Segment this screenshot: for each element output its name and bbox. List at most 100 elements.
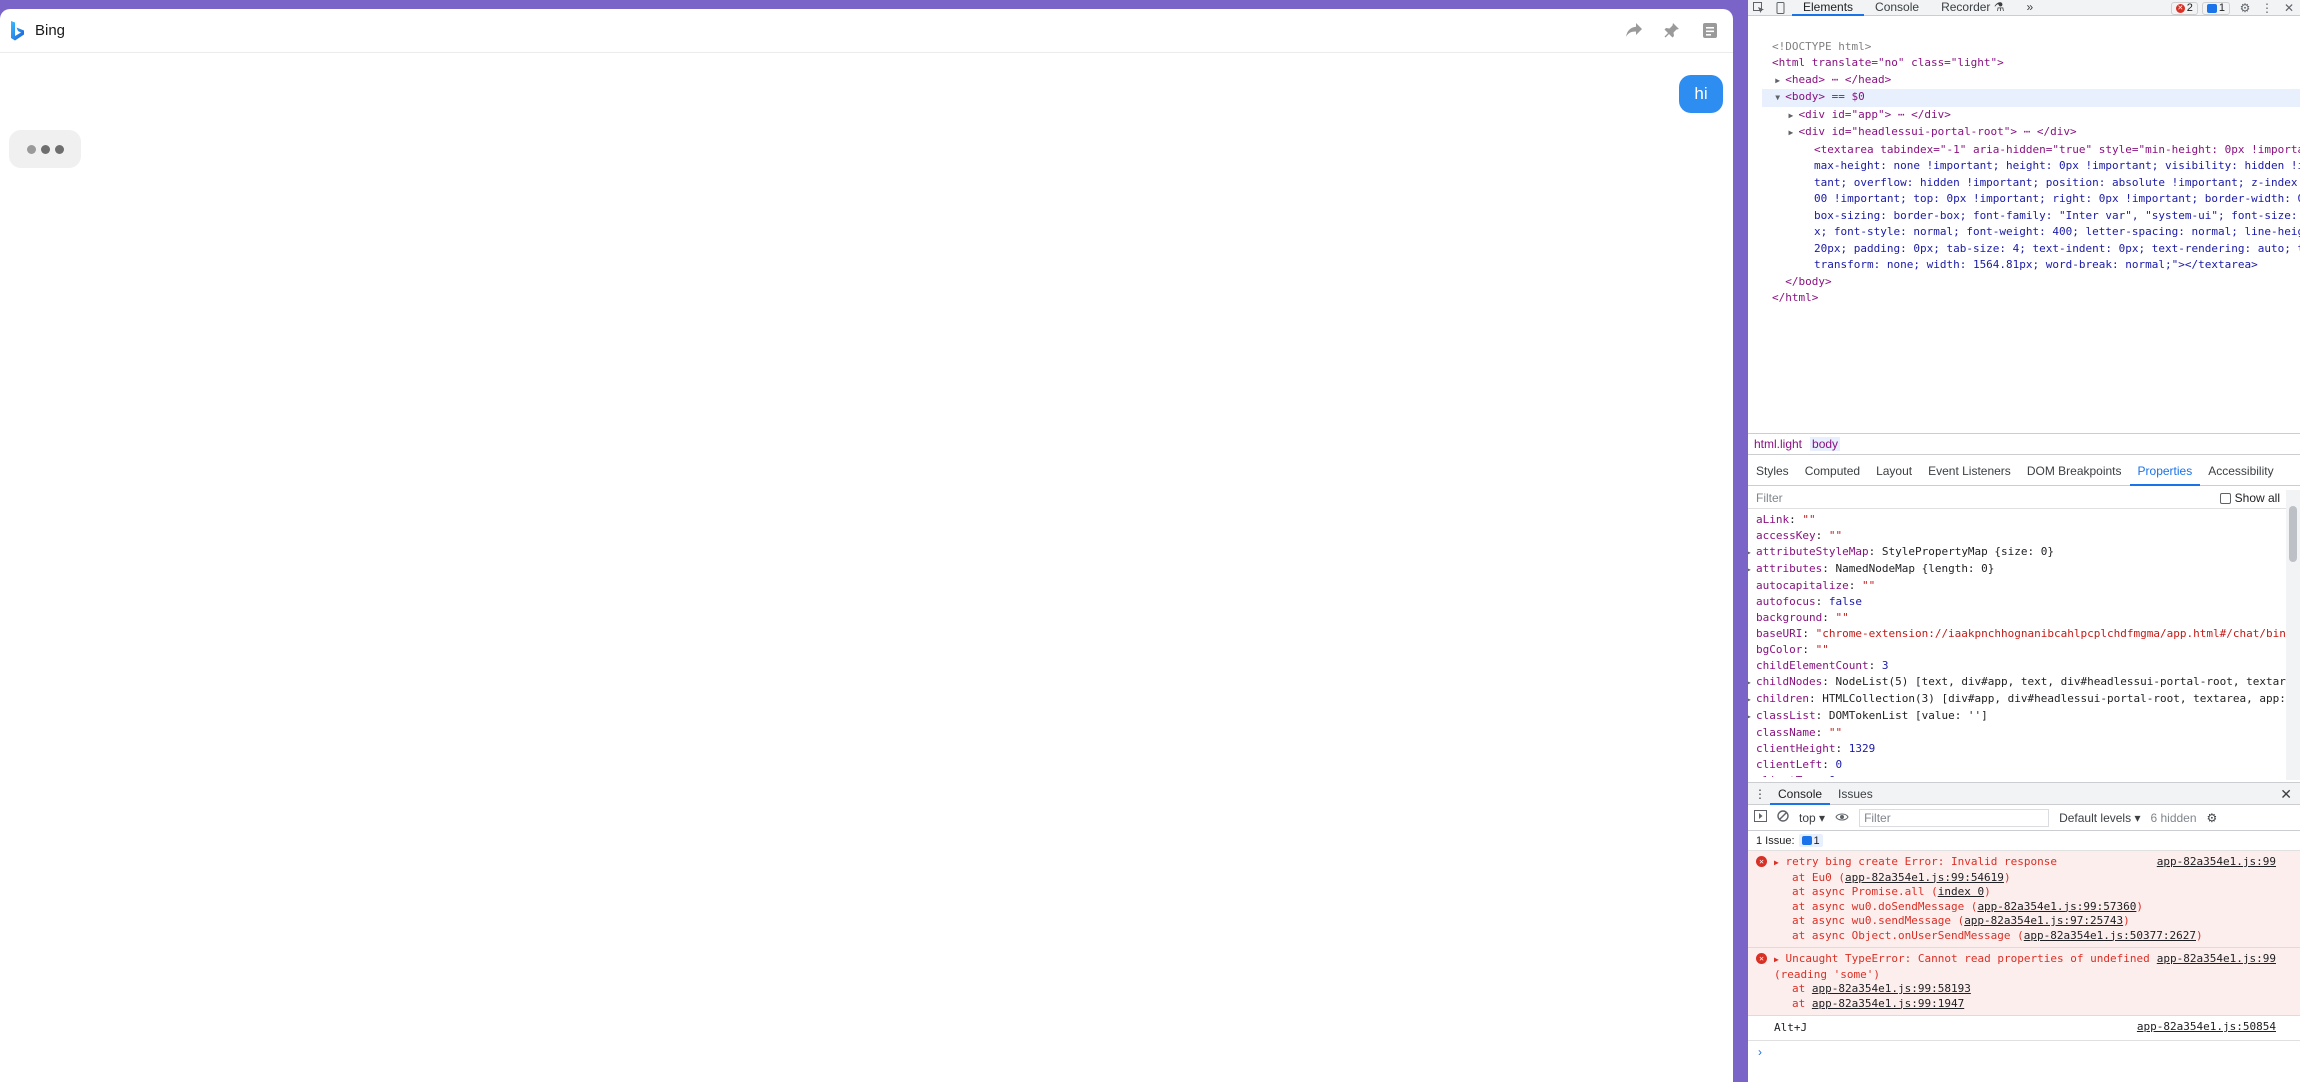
console-error-entry[interactable]: ✕ ▶ retry bing create Error: Invalid res… — [1748, 851, 2300, 948]
scrollbar-thumb[interactable] — [2289, 506, 2297, 562]
settings-gear-icon[interactable]: ⚙ — [2234, 0, 2256, 16]
property-row[interactable]: ▶ children: HTMLCollection(3) [div#app, d… — [1748, 691, 2286, 708]
stack-link[interactable]: index 0 — [1938, 885, 1984, 898]
tab-accessibility[interactable]: Accessibility — [2200, 456, 2281, 486]
history-icon[interactable] — [1699, 19, 1721, 41]
breadcrumb-html[interactable]: html.light — [1752, 437, 1804, 451]
dom-html-open[interactable]: <html translate="no" class="light"> — [1762, 55, 2300, 72]
expand-triangle-icon[interactable]: ▶ — [1748, 562, 1756, 578]
property-row[interactable]: baseURI: "chrome-extension://iaakpnchhog… — [1756, 626, 2286, 642]
expand-triangle-icon[interactable]: ▶ — [1748, 545, 1756, 561]
breadcrumb-body[interactable]: body — [1810, 437, 1841, 451]
drawer-tab-issues[interactable]: Issues — [1830, 783, 1881, 805]
show-all-toggle[interactable]: Show all — [2219, 491, 2280, 505]
property-row[interactable]: background: "" — [1756, 610, 2286, 626]
property-row[interactable]: clientTop: 0 — [1756, 773, 2286, 777]
context-selector[interactable]: top ▾ — [1799, 811, 1825, 825]
dom-div-app[interactable]: ▶ <div id="app"> ⋯ </div> — [1762, 107, 2300, 125]
issues-row[interactable]: 1 Issue: 1 — [1748, 831, 2300, 851]
inspect-element-icon[interactable] — [1748, 0, 1770, 16]
pane-divider[interactable] — [1733, 0, 1748, 1082]
dom-html-close[interactable]: </html> — [1762, 290, 2300, 307]
share-icon[interactable] — [1623, 19, 1645, 41]
log-levels-dropdown[interactable]: Default levels ▾ — [2059, 811, 2140, 825]
info-count-badge[interactable]: 1 — [2201, 1, 2230, 15]
device-toolbar-icon[interactable] — [1770, 0, 1792, 16]
properties-scrollbar[interactable] — [2286, 490, 2300, 780]
property-row[interactable]: className: "" — [1756, 725, 2286, 741]
tab-layout[interactable]: Layout — [1868, 456, 1920, 486]
expand-triangle-icon[interactable]: ▶ — [1789, 108, 1799, 125]
console-log-entry[interactable]: Alt+J app-82a354e1.js:50854 — [1748, 1016, 2300, 1041]
more-tabs-button[interactable]: » — [2016, 0, 2045, 16]
property-row[interactable]: clientLeft: 0 — [1756, 757, 2286, 773]
tab-properties[interactable]: Properties — [2129, 456, 2201, 486]
pin-icon[interactable] — [1661, 19, 1683, 41]
expand-triangle-icon[interactable]: ▶ — [1748, 709, 1756, 725]
property-row[interactable]: ▶ attributes: NamedNodeMap {length: 0} — [1748, 561, 2286, 578]
kebab-menu-icon[interactable]: ⋮ — [2256, 0, 2278, 16]
close-devtools-icon[interactable]: ✕ — [2278, 0, 2300, 16]
property-row[interactable]: childElementCount: 3 — [1756, 658, 2286, 674]
property-row[interactable]: ▶ childNodes: NodeList(5) [text, div#app,… — [1748, 674, 2286, 691]
stack-link[interactable]: app-82a354e1.js:50377:2627 — [2024, 929, 2196, 942]
log-source-link[interactable]: app-82a354e1.js:50854 — [2137, 1020, 2276, 1034]
collapse-triangle-icon[interactable]: ▼ — [1775, 90, 1785, 107]
property-row[interactable]: aLink: "" — [1756, 512, 2286, 528]
properties-filter-input[interactable] — [1756, 490, 2156, 505]
dom-body-open[interactable]: ▼ <body> == $0 — [1762, 89, 2300, 107]
property-key: classList — [1756, 709, 1816, 722]
tab-console[interactable]: Console — [1864, 0, 1930, 16]
sidebar-toggle-icon[interactable] — [1754, 810, 1767, 825]
dom-div-portal[interactable]: ▶ <div id="headlessui-portal-root"> ⋯ </d… — [1762, 124, 2300, 142]
stack-link[interactable]: app-82a354e1.js:99:57360 — [1977, 900, 2136, 913]
property-row[interactable]: autofocus: false — [1756, 594, 2286, 610]
stack-frame: at Eu0 (app-82a354e1.js:99:54619) — [1792, 870, 2011, 884]
stack-link[interactable]: app-82a354e1.js:99:1947 — [1812, 997, 1964, 1010]
property-row[interactable]: accessKey: "" — [1756, 528, 2286, 544]
tab-recorder[interactable]: Recorder ⚗ — [1930, 0, 2015, 16]
expand-triangle-icon[interactable]: ▶ — [1748, 692, 1756, 708]
console-filter-input[interactable] — [1859, 808, 2050, 827]
tab-dom-breakpoints[interactable]: DOM Breakpoints — [2019, 456, 2130, 486]
stack-link[interactable]: app-82a354e1.js:97:25743 — [1964, 914, 2123, 927]
console-error-entry[interactable]: ✕ ▶ Uncaught TypeError: Cannot read prop… — [1748, 948, 2300, 1016]
expand-triangle-icon[interactable]: ▶ — [1774, 955, 1779, 964]
clear-console-icon[interactable] — [1777, 810, 1789, 825]
dom-textarea[interactable]: <textarea tabindex="-1" aria-hidden="tru… — [1762, 142, 2300, 274]
expand-triangle-icon[interactable]: ▶ — [1774, 858, 1779, 867]
dom-body-close[interactable]: </body> — [1762, 274, 2300, 291]
tab-computed[interactable]: Computed — [1797, 456, 1868, 486]
property-key: childElementCount — [1756, 659, 1869, 672]
error-count-badge[interactable]: ✕ 2 — [2170, 1, 2198, 15]
console-settings-gear-icon[interactable]: ⚙ — [2207, 811, 2218, 825]
property-row[interactable]: autocapitalize: "" — [1756, 578, 2286, 594]
issue-chip[interactable]: 1 — [1798, 834, 1823, 847]
show-all-checkbox[interactable] — [2219, 492, 2231, 504]
expand-triangle-icon[interactable]: ▶ — [1775, 73, 1785, 90]
property-value: StylePropertyMap {size: 0} — [1881, 545, 2055, 558]
stack-link[interactable]: app-82a354e1.js:99:54619 — [1845, 871, 2004, 884]
property-value: "" — [1828, 529, 1843, 542]
app-header: Bing — [0, 9, 1733, 53]
dom-doctype[interactable]: <!DOCTYPE html> — [1762, 39, 2300, 56]
dom-head[interactable]: ▶ <head> ⋯ </head> — [1762, 72, 2300, 90]
property-row[interactable]: ▶ classList: DOMTokenList [value: ''] — [1748, 708, 2286, 725]
property-row[interactable]: clientHeight: 1329 — [1756, 741, 2286, 757]
property-row[interactable]: bgColor: "" — [1756, 642, 2286, 658]
error-source-link[interactable]: app-82a354e1.js:99 — [2157, 952, 2276, 967]
close-drawer-icon[interactable]: ✕ — [2280, 786, 2292, 803]
console-toolbar: top ▾ Default levels ▾ 6 hidden ⚙ — [1748, 805, 2300, 831]
expand-triangle-icon[interactable]: ▶ — [1789, 125, 1799, 142]
tab-elements[interactable]: Elements — [1792, 0, 1865, 16]
live-expression-eye-icon[interactable] — [1835, 811, 1849, 825]
tab-event-listeners[interactable]: Event Listeners — [1920, 456, 2019, 486]
console-prompt[interactable]: › — [1748, 1041, 2300, 1059]
property-row[interactable]: ▶ attributeStyleMap: StylePropertyMap {si… — [1748, 544, 2286, 561]
expand-triangle-icon[interactable]: ▶ — [1748, 675, 1756, 691]
drawer-menu-icon[interactable]: ⋮ — [1754, 787, 1766, 801]
tab-styles[interactable]: Styles — [1748, 456, 1797, 486]
stack-link[interactable]: app-82a354e1.js:99:58193 — [1812, 982, 1971, 995]
error-source-link[interactable]: app-82a354e1.js:99 — [2157, 855, 2276, 870]
drawer-tab-console[interactable]: Console — [1770, 783, 1831, 805]
